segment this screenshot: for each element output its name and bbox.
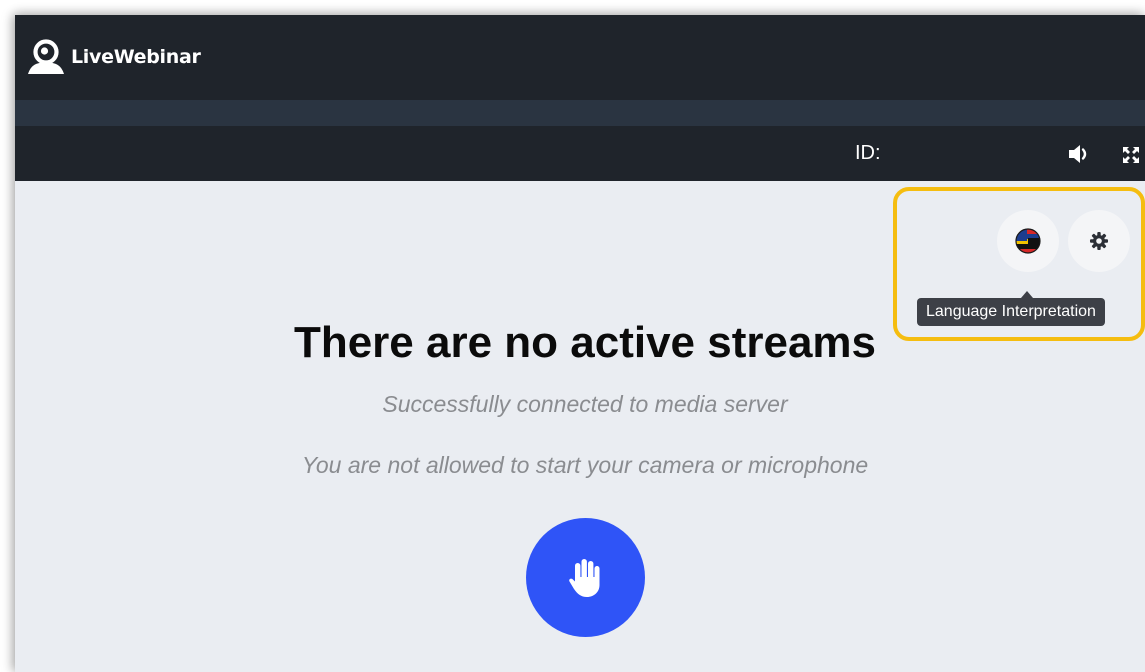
stream-info-bar: ID: bbox=[15, 126, 1145, 181]
language-interpretation-button[interactable] bbox=[997, 210, 1059, 272]
permission-notice-text: You are not allowed to start your camera… bbox=[301, 452, 869, 478]
volume-icon[interactable] bbox=[1067, 143, 1091, 165]
settings-button[interactable] bbox=[1068, 210, 1130, 272]
no-streams-heading: There are no active streams bbox=[293, 318, 877, 367]
tab-strip bbox=[15, 100, 1145, 126]
gear-icon bbox=[1090, 232, 1108, 250]
webcam-logo-icon bbox=[28, 39, 64, 74]
connection-status-text: Successfully connected to media server bbox=[382, 391, 788, 417]
top-header: LiveWebinar bbox=[15, 15, 1145, 100]
language-flags-icon bbox=[1015, 228, 1041, 254]
tooltip-arrow bbox=[1021, 291, 1033, 298]
fullscreen-icon[interactable] bbox=[1121, 145, 1141, 165]
webinar-window: LiveWebinar ID: Language Interpretation … bbox=[15, 15, 1145, 672]
hand-icon bbox=[568, 558, 599, 597]
logo-text: LiveWebinar bbox=[71, 46, 201, 68]
session-id-label: ID: bbox=[855, 142, 881, 164]
logo: LiveWebinar bbox=[25, 37, 201, 77]
raise-hand-button[interactable] bbox=[526, 518, 645, 637]
